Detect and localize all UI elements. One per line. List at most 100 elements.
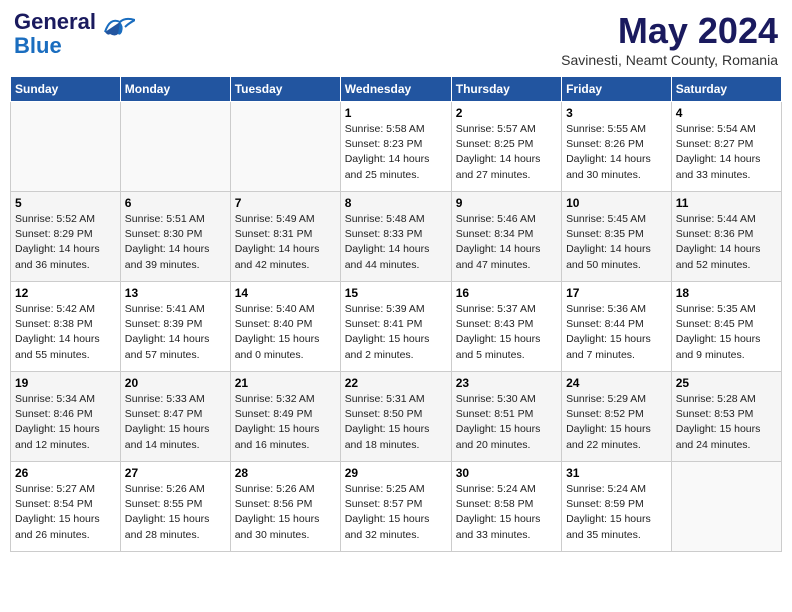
- calendar-table: SundayMondayTuesdayWednesdayThursdayFrid…: [10, 76, 782, 552]
- day-info: Sunrise: 5:26 AM Sunset: 8:55 PM Dayligh…: [125, 482, 226, 543]
- day-info: Sunrise: 5:36 AM Sunset: 8:44 PM Dayligh…: [566, 302, 667, 363]
- day-info: Sunrise: 5:31 AM Sunset: 8:50 PM Dayligh…: [345, 392, 447, 453]
- calendar-cell: 21 Sunrise: 5:32 AM Sunset: 8:49 PM Dayli…: [230, 372, 340, 462]
- day-info: Sunrise: 5:41 AM Sunset: 8:39 PM Dayligh…: [125, 302, 226, 363]
- title-section: May 2024 Savinesti, Neamt County, Romani…: [561, 10, 778, 68]
- day-info: Sunrise: 5:45 AM Sunset: 8:35 PM Dayligh…: [566, 212, 667, 273]
- logo-blue: Blue: [14, 33, 62, 58]
- day-info: Sunrise: 5:48 AM Sunset: 8:33 PM Dayligh…: [345, 212, 447, 273]
- calendar-cell: 12 Sunrise: 5:42 AM Sunset: 8:38 PM Dayli…: [11, 282, 121, 372]
- day-info: Sunrise: 5:54 AM Sunset: 8:27 PM Dayligh…: [676, 122, 777, 183]
- day-number: 17: [566, 286, 667, 300]
- calendar-week-row: 26Sunrise: 5:27 AM Sunset: 8:54 PM Dayli…: [11, 462, 782, 552]
- logo-general: General: [14, 9, 96, 34]
- day-info: Sunrise: 5:30 AM Sunset: 8:51 PM Dayligh…: [456, 392, 557, 453]
- calendar-cell: 10 Sunrise: 5:45 AM Sunset: 8:35 PM Dayli…: [562, 192, 672, 282]
- calendar-week-row: 12 Sunrise: 5:42 AM Sunset: 8:38 PM Dayli…: [11, 282, 782, 372]
- day-number: 11: [676, 196, 777, 210]
- calendar-cell: 31 Sunrise: 5:24 AM Sunset: 8:59 PM Dayli…: [562, 462, 672, 552]
- calendar-cell: 14 Sunrise: 5:40 AM Sunset: 8:40 PM Dayli…: [230, 282, 340, 372]
- day-number: 3: [566, 106, 667, 120]
- calendar-cell: 23 Sunrise: 5:30 AM Sunset: 8:51 PM Dayli…: [451, 372, 561, 462]
- weekday-header-sunday: Sunday: [11, 77, 121, 102]
- day-info: Sunrise: 5:55 AM Sunset: 8:26 PM Dayligh…: [566, 122, 667, 183]
- calendar-cell: 29Sunrise: 5:25 AM Sunset: 8:57 PM Dayli…: [340, 462, 451, 552]
- day-number: 15: [345, 286, 447, 300]
- day-info: Sunrise: 5:51 AM Sunset: 8:30 PM Dayligh…: [125, 212, 226, 273]
- calendar-cell: 27 Sunrise: 5:26 AM Sunset: 8:55 PM Dayli…: [120, 462, 230, 552]
- calendar-cell: [120, 102, 230, 192]
- day-number: 26: [15, 466, 116, 480]
- calendar-cell: 19 Sunrise: 5:34 AM Sunset: 8:46 PM Dayli…: [11, 372, 121, 462]
- calendar-cell: 20 Sunrise: 5:33 AM Sunset: 8:47 PM Dayli…: [120, 372, 230, 462]
- calendar-cell: 16Sunrise: 5:37 AM Sunset: 8:43 PM Dayli…: [451, 282, 561, 372]
- day-info: Sunrise: 5:24 AM Sunset: 8:59 PM Dayligh…: [566, 482, 667, 543]
- calendar-cell: 22 Sunrise: 5:31 AM Sunset: 8:50 PM Dayli…: [340, 372, 451, 462]
- calendar-cell: 4Sunrise: 5:54 AM Sunset: 8:27 PM Daylig…: [671, 102, 781, 192]
- day-info: Sunrise: 5:57 AM Sunset: 8:25 PM Dayligh…: [456, 122, 557, 183]
- weekday-header-row: SundayMondayTuesdayWednesdayThursdayFrid…: [11, 77, 782, 102]
- weekday-header-tuesday: Tuesday: [230, 77, 340, 102]
- calendar-cell: 5Sunrise: 5:52 AM Sunset: 8:29 PM Daylig…: [11, 192, 121, 282]
- calendar-cell: [230, 102, 340, 192]
- calendar-cell: [11, 102, 121, 192]
- day-number: 8: [345, 196, 447, 210]
- calendar-cell: 8 Sunrise: 5:48 AM Sunset: 8:33 PM Daylig…: [340, 192, 451, 282]
- day-number: 30: [456, 466, 557, 480]
- day-number: 10: [566, 196, 667, 210]
- weekday-header-saturday: Saturday: [671, 77, 781, 102]
- day-info: Sunrise: 5:40 AM Sunset: 8:40 PM Dayligh…: [235, 302, 336, 363]
- day-number: 22: [345, 376, 447, 390]
- day-info: Sunrise: 5:35 AM Sunset: 8:45 PM Dayligh…: [676, 302, 777, 363]
- calendar-cell: 3 Sunrise: 5:55 AM Sunset: 8:26 PM Daylig…: [562, 102, 672, 192]
- logo-bird-icon: [100, 12, 135, 42]
- location-subtitle: Savinesti, Neamt County, Romania: [561, 52, 778, 68]
- calendar-cell: 18Sunrise: 5:35 AM Sunset: 8:45 PM Dayli…: [671, 282, 781, 372]
- month-year-title: May 2024: [561, 10, 778, 52]
- day-number: 23: [456, 376, 557, 390]
- calendar-cell: 9Sunrise: 5:46 AM Sunset: 8:34 PM Daylig…: [451, 192, 561, 282]
- day-number: 13: [125, 286, 226, 300]
- day-number: 20: [125, 376, 226, 390]
- calendar-cell: 28 Sunrise: 5:26 AM Sunset: 8:56 PM Dayli…: [230, 462, 340, 552]
- day-number: 31: [566, 466, 667, 480]
- day-number: 21: [235, 376, 336, 390]
- day-number: 7: [235, 196, 336, 210]
- weekday-header-thursday: Thursday: [451, 77, 561, 102]
- calendar-cell: 7 Sunrise: 5:49 AM Sunset: 8:31 PM Daylig…: [230, 192, 340, 282]
- day-info: Sunrise: 5:34 AM Sunset: 8:46 PM Dayligh…: [15, 392, 116, 453]
- day-number: 9: [456, 196, 557, 210]
- calendar-cell: 6 Sunrise: 5:51 AM Sunset: 8:30 PM Daylig…: [120, 192, 230, 282]
- day-info: Sunrise: 5:52 AM Sunset: 8:29 PM Dayligh…: [15, 212, 116, 273]
- day-info: Sunrise: 5:37 AM Sunset: 8:43 PM Dayligh…: [456, 302, 557, 363]
- day-info: Sunrise: 5:42 AM Sunset: 8:38 PM Dayligh…: [15, 302, 116, 363]
- calendar-cell: 26Sunrise: 5:27 AM Sunset: 8:54 PM Dayli…: [11, 462, 121, 552]
- day-info: Sunrise: 5:24 AM Sunset: 8:58 PM Dayligh…: [456, 482, 557, 543]
- day-number: 28: [235, 466, 336, 480]
- calendar-cell: 1Sunrise: 5:58 AM Sunset: 8:23 PM Daylig…: [340, 102, 451, 192]
- calendar-cell: 25Sunrise: 5:28 AM Sunset: 8:53 PM Dayli…: [671, 372, 781, 462]
- day-info: Sunrise: 5:39 AM Sunset: 8:41 PM Dayligh…: [345, 302, 447, 363]
- calendar-cell: 24Sunrise: 5:29 AM Sunset: 8:52 PM Dayli…: [562, 372, 672, 462]
- day-info: Sunrise: 5:58 AM Sunset: 8:23 PM Dayligh…: [345, 122, 447, 183]
- calendar-cell: [671, 462, 781, 552]
- weekday-header-monday: Monday: [120, 77, 230, 102]
- day-info: Sunrise: 5:49 AM Sunset: 8:31 PM Dayligh…: [235, 212, 336, 273]
- day-number: 12: [15, 286, 116, 300]
- day-info: Sunrise: 5:32 AM Sunset: 8:49 PM Dayligh…: [235, 392, 336, 453]
- day-number: 27: [125, 466, 226, 480]
- day-number: 14: [235, 286, 336, 300]
- calendar-cell: 11 Sunrise: 5:44 AM Sunset: 8:36 PM Dayli…: [671, 192, 781, 282]
- day-number: 2: [456, 106, 557, 120]
- calendar-cell: 2 Sunrise: 5:57 AM Sunset: 8:25 PM Daylig…: [451, 102, 561, 192]
- day-info: Sunrise: 5:44 AM Sunset: 8:36 PM Dayligh…: [676, 212, 777, 273]
- day-number: 19: [15, 376, 116, 390]
- day-number: 6: [125, 196, 226, 210]
- calendar-week-row: 19 Sunrise: 5:34 AM Sunset: 8:46 PM Dayli…: [11, 372, 782, 462]
- day-info: Sunrise: 5:26 AM Sunset: 8:56 PM Dayligh…: [235, 482, 336, 543]
- day-info: Sunrise: 5:33 AM Sunset: 8:47 PM Dayligh…: [125, 392, 226, 453]
- day-info: Sunrise: 5:29 AM Sunset: 8:52 PM Dayligh…: [566, 392, 667, 453]
- calendar-week-row: 5Sunrise: 5:52 AM Sunset: 8:29 PM Daylig…: [11, 192, 782, 282]
- day-info: Sunrise: 5:28 AM Sunset: 8:53 PM Dayligh…: [676, 392, 777, 453]
- calendar-cell: 17 Sunrise: 5:36 AM Sunset: 8:44 PM Dayli…: [562, 282, 672, 372]
